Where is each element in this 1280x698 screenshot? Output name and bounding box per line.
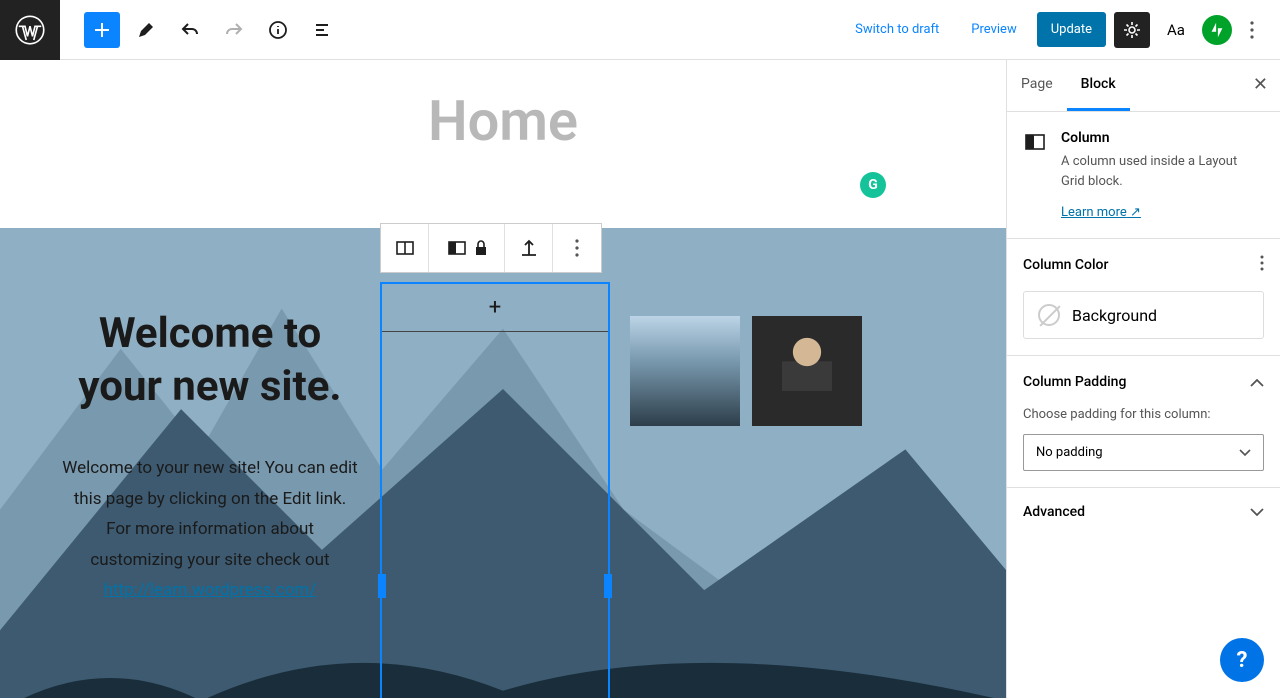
column-color-section: Column Color Background bbox=[1007, 239, 1280, 356]
background-label: Background bbox=[1072, 306, 1157, 325]
color-options-button[interactable] bbox=[1260, 255, 1264, 275]
wordpress-icon bbox=[15, 15, 45, 45]
lock-icon bbox=[474, 240, 488, 256]
chevron-up-icon bbox=[1250, 379, 1264, 387]
column-selection-outline[interactable]: + bbox=[380, 282, 610, 698]
redo-button bbox=[216, 12, 252, 48]
undo-icon bbox=[180, 20, 200, 40]
tab-page[interactable]: Page bbox=[1007, 60, 1067, 111]
plus-icon bbox=[92, 20, 112, 40]
tools-button[interactable] bbox=[128, 12, 164, 48]
undo-button[interactable] bbox=[172, 12, 208, 48]
redo-icon bbox=[224, 20, 244, 40]
column-block-icon bbox=[1023, 130, 1047, 154]
dots-vertical-icon bbox=[575, 239, 579, 257]
editor-topbar: Switch to draft Preview Update Aa bbox=[0, 0, 1280, 60]
pencil-icon bbox=[136, 20, 156, 40]
info-button[interactable] bbox=[260, 12, 296, 48]
help-fab-button[interactable]: ? bbox=[1220, 638, 1264, 682]
padding-help-text: Choose padding for this column: bbox=[1023, 407, 1264, 422]
no-color-swatch-icon bbox=[1038, 304, 1060, 326]
welcome-column[interactable]: Welcome to your new site. Welcome to you… bbox=[60, 228, 360, 698]
close-sidebar-button[interactable]: ✕ bbox=[1253, 74, 1268, 95]
selected-column[interactable]: + bbox=[380, 228, 610, 698]
block-name: Column bbox=[1061, 130, 1264, 146]
padding-value: No padding bbox=[1036, 445, 1103, 460]
page-title[interactable]: Home bbox=[0, 60, 1006, 184]
image-thumbnail-2[interactable] bbox=[752, 316, 862, 426]
settings-sidebar: Page Block ✕ Column A column used inside… bbox=[1006, 60, 1280, 698]
editor-canvas[interactable]: Home G Welcome to your new site. Welcome… bbox=[0, 60, 1006, 698]
advanced-section-toggle[interactable]: Advanced bbox=[1007, 488, 1280, 536]
hero-content: Welcome to your new site. Welcome to you… bbox=[0, 228, 726, 698]
column-lock-button[interactable] bbox=[429, 224, 505, 272]
wordpress-logo[interactable] bbox=[0, 0, 60, 60]
welcome-paragraph[interactable]: Welcome to your new site! You can edit t… bbox=[60, 453, 360, 606]
column-icon bbox=[446, 237, 468, 259]
dots-vertical-icon bbox=[1250, 21, 1254, 39]
outline-button[interactable] bbox=[304, 12, 340, 48]
info-icon bbox=[268, 20, 288, 40]
block-description: A column used inside a Layout Grid block… bbox=[1061, 152, 1264, 191]
align-button[interactable] bbox=[505, 224, 553, 272]
dots-vertical-icon bbox=[1260, 255, 1264, 271]
settings-button[interactable] bbox=[1114, 12, 1150, 48]
main-area: Home G Welcome to your new site. Welcome… bbox=[0, 60, 1280, 698]
topbar-left bbox=[0, 0, 340, 59]
topbar-right: Switch to draft Preview Update Aa bbox=[843, 12, 1280, 48]
tab-block[interactable]: Block bbox=[1067, 60, 1130, 111]
resize-handle-right[interactable] bbox=[604, 574, 612, 598]
chevron-down-icon bbox=[1239, 449, 1251, 456]
switch-to-draft-button[interactable]: Switch to draft bbox=[843, 14, 951, 45]
welcome-heading[interactable]: Welcome to your new site. bbox=[60, 308, 360, 413]
jetpack-button[interactable] bbox=[1202, 15, 1232, 45]
update-button[interactable]: Update bbox=[1037, 12, 1106, 47]
resize-handle-left[interactable] bbox=[378, 574, 386, 598]
learn-wp-link[interactable]: http://learn.wordpress.com/ bbox=[104, 580, 317, 600]
block-toolbar bbox=[380, 223, 602, 273]
grid-icon bbox=[394, 237, 416, 259]
add-block-inside-button[interactable]: + bbox=[382, 284, 608, 332]
images-column[interactable] bbox=[630, 228, 890, 698]
block-info-panel: Column A column used inside a Layout Gri… bbox=[1007, 112, 1280, 239]
jetpack-icon bbox=[1208, 21, 1226, 39]
typography-button[interactable]: Aa bbox=[1158, 12, 1194, 48]
column-color-title: Column Color bbox=[1023, 257, 1108, 273]
external-link-icon: ↗ bbox=[1130, 205, 1141, 220]
padding-collapse-button[interactable] bbox=[1250, 372, 1264, 391]
background-color-button[interactable]: Background bbox=[1023, 291, 1264, 339]
chevron-down-icon bbox=[1250, 508, 1264, 516]
gear-icon bbox=[1122, 20, 1142, 40]
align-top-icon bbox=[518, 237, 540, 259]
advanced-title: Advanced bbox=[1023, 504, 1085, 520]
add-block-button[interactable] bbox=[84, 12, 120, 48]
learn-more-link[interactable]: Learn more ↗ bbox=[1061, 205, 1141, 220]
grammarly-badge[interactable]: G bbox=[860, 172, 886, 198]
column-padding-section: Column Padding Choose padding for this c… bbox=[1007, 356, 1280, 488]
preview-button[interactable]: Preview bbox=[959, 14, 1028, 45]
padding-select[interactable]: No padding bbox=[1023, 434, 1264, 471]
image-thumbnail-1[interactable] bbox=[630, 316, 740, 426]
list-icon bbox=[312, 20, 332, 40]
more-options-button[interactable] bbox=[1240, 12, 1264, 48]
column-padding-title: Column Padding bbox=[1023, 374, 1126, 390]
block-type-button[interactable] bbox=[381, 224, 429, 272]
block-more-button[interactable] bbox=[553, 224, 601, 272]
sidebar-tabs: Page Block ✕ bbox=[1007, 60, 1280, 112]
